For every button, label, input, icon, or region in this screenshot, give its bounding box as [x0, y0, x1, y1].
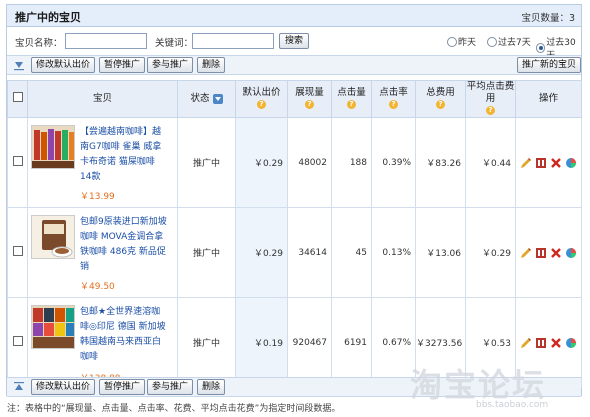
keyword-input[interactable]	[192, 33, 274, 49]
items-table: 宝贝 状态 默认出价? 展现量? 点击量? 点击率? 总费用? 平均点击费用? …	[7, 80, 582, 388]
pause-icon[interactable]	[535, 157, 547, 169]
product-thumbnail[interactable]	[31, 214, 75, 259]
delete-x-icon[interactable]	[550, 337, 562, 349]
name-label: 宝贝名称：	[15, 38, 63, 49]
ops-cell	[515, 117, 582, 208]
join-button-bottom[interactable]: 参与推广	[147, 379, 194, 395]
watermark-logo: 淘宝论坛 bbs.taobao.com	[410, 360, 580, 412]
product-title-link[interactable]: 【尝遍越南咖啡】越南G7咖啡 雀巢 威拿卡布奇诺 猫屎咖啡 14款	[80, 125, 168, 185]
help-icon[interactable]: ?	[486, 106, 495, 115]
delete-button-bottom[interactable]: 删除	[197, 379, 226, 395]
help-icon[interactable]: ?	[347, 100, 356, 109]
help-icon[interactable]: ?	[389, 100, 398, 109]
col-status[interactable]: 状态	[177, 80, 236, 118]
batch-arrow-up-icon	[14, 382, 24, 390]
clicks-cell: 6191	[331, 297, 372, 388]
edit-pencil-icon[interactable]	[520, 247, 532, 259]
row-checkbox[interactable]	[12, 156, 23, 166]
status-cell: 推广中	[177, 117, 236, 208]
watermark-url: bbs.taobao.com	[476, 400, 549, 410]
status-cell: 推广中	[177, 207, 236, 298]
bid-cell: ￥0.19	[235, 297, 288, 388]
col-avg-cost: 平均点击费用?	[465, 80, 516, 118]
batch-arrow-icon	[14, 62, 24, 71]
product-price: ￥13.99	[80, 191, 115, 202]
search-button[interactable]: 搜索	[279, 33, 309, 49]
col-ctr: 点击率?	[371, 80, 416, 118]
table-row: 【尝遍越南咖啡】越南G7咖啡 雀巢 威拿卡布奇诺 猫屎咖啡 14款 ￥13.99…	[7, 117, 582, 208]
col-item: 宝贝	[27, 80, 178, 118]
help-icon[interactable]: ?	[436, 100, 445, 109]
footnote: 注：表格中的“展现量、点击量、点击率、花费、平均点击花费”为指定时间段数据。	[7, 404, 341, 414]
ops-cell	[515, 207, 582, 298]
help-icon[interactable]: ?	[305, 100, 314, 109]
radio-icon	[447, 36, 457, 47]
impressions-cell: 920467	[287, 297, 332, 388]
impressions-cell: 48002	[287, 117, 332, 208]
impressions-cell: 34614	[287, 207, 332, 298]
col-ops: 操作	[515, 80, 582, 118]
radio-selected-icon	[536, 43, 546, 53]
bid-cell: ￥0.29	[235, 117, 288, 208]
col-bid: 默认出价?	[235, 80, 288, 118]
item-cell: 【尝遍越南咖啡】越南G7咖啡 雀巢 威拿卡布奇诺 猫屎咖啡 14款 ￥13.99	[28, 119, 177, 207]
row-checkbox[interactable]	[12, 246, 23, 256]
col-impressions: 展现量?	[287, 80, 332, 118]
pause-icon[interactable]	[535, 247, 547, 259]
table-header: 宝贝 状态 默认出价? 展现量? 点击量? 点击率? 总费用? 平均点击费用? …	[7, 80, 582, 118]
product-thumbnail[interactable]	[31, 124, 75, 169]
radio-icon	[487, 36, 497, 47]
pause-button-bottom[interactable]: 暂停推广	[99, 379, 146, 395]
clicks-cell: 188	[331, 117, 372, 208]
col-clicks: 点击量?	[331, 80, 372, 118]
clicks-cell: 45	[331, 207, 372, 298]
pause-button[interactable]: 暂停推广	[99, 57, 146, 73]
delete-x-icon[interactable]	[550, 157, 562, 169]
product-price: ￥49.50	[80, 281, 115, 292]
item-cell: 包邮9原装进口新加坡咖啡 MOVA金调合拿铁咖啡 486克 新品促销 ￥49.5…	[28, 209, 177, 297]
promotion-panel: 推广中的宝贝 宝贝数量：3 宝贝名称： 关键词： 搜索 昨天 过去7天 过去30…	[6, 4, 582, 397]
help-icon[interactable]: ?	[257, 100, 266, 109]
report-chart-icon[interactable]	[565, 247, 577, 259]
period-yesterday[interactable]: 昨天	[447, 35, 476, 48]
delete-x-icon[interactable]	[550, 247, 562, 259]
ctr-cell: 0.39%	[371, 117, 416, 208]
table-row: 包邮9原装进口新加坡咖啡 MOVA金调合拿铁咖啡 486克 新品促销 ￥49.5…	[7, 207, 582, 298]
item-cell: 包邮★全世界速溶咖啡◎印尼 德国 新加坡韩国越南马来西亚白咖啡 ￥138.88	[28, 299, 177, 387]
select-all-cell	[7, 80, 28, 118]
modify-bid-button[interactable]: 修改默认出价	[31, 57, 96, 73]
avg-cost-cell: ￥0.29	[465, 207, 516, 298]
cost-cell: ￥13.06	[415, 207, 466, 298]
item-name-input[interactable]	[65, 33, 147, 49]
cost-cell: ￥83.26	[415, 117, 466, 208]
edit-pencil-icon[interactable]	[520, 157, 532, 169]
ctr-cell: 0.67%	[371, 297, 416, 388]
period-7days[interactable]: 过去7天	[487, 35, 531, 48]
join-button[interactable]: 参与推广	[147, 57, 194, 73]
product-thumbnail[interactable]	[31, 304, 75, 349]
sort-icon[interactable]	[212, 93, 223, 104]
report-chart-icon[interactable]	[565, 157, 577, 169]
promote-new-button[interactable]: 推广新的宝贝	[517, 57, 582, 73]
item-count: 宝贝数量：3	[521, 13, 575, 24]
filter-bar: 宝贝名称： 关键词： 搜索 昨天 过去7天 过去30天	[7, 28, 581, 61]
modify-bid-button-bottom[interactable]: 修改默认出价	[31, 379, 96, 395]
status-cell: 推广中	[177, 297, 236, 388]
report-chart-icon[interactable]	[565, 337, 577, 349]
ctr-cell: 0.13%	[371, 207, 416, 298]
bid-cell: ￥0.29	[235, 207, 288, 298]
col-cost: 总费用?	[415, 80, 466, 118]
select-all-checkbox[interactable]	[12, 92, 23, 102]
product-title-link[interactable]: 包邮★全世界速溶咖啡◎印尼 德国 新加坡韩国越南马来西亚白咖啡	[80, 305, 168, 365]
top-action-bar: 修改默认出价 暂停推广 参与推广 删除 推广新的宝贝	[7, 55, 582, 75]
panel-title: 推广中的宝贝	[15, 11, 81, 24]
keyword-label: 关键词：	[155, 38, 194, 49]
avg-cost-cell: ￥0.44	[465, 117, 516, 208]
row-checkbox[interactable]	[12, 336, 23, 346]
product-title-link[interactable]: 包邮9原装进口新加坡咖啡 MOVA金调合拿铁咖啡 486克 新品促销	[80, 215, 168, 275]
panel-header: 推广中的宝贝 宝贝数量：3	[7, 5, 581, 27]
edit-pencil-icon[interactable]	[520, 337, 532, 349]
pause-icon[interactable]	[535, 337, 547, 349]
delete-button[interactable]: 删除	[197, 57, 226, 73]
